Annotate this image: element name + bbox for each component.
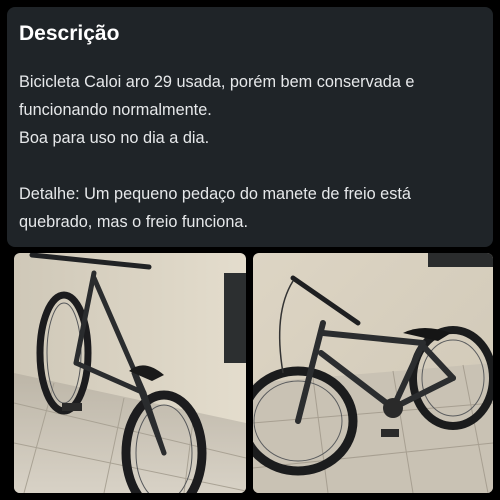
pedal <box>381 429 399 437</box>
crank <box>383 398 403 418</box>
window-grille <box>428 253 493 267</box>
bicycle-photo-side[interactable] <box>253 253 493 493</box>
detail-line: Detalhe: Um pequeno pedaço do manete de … <box>19 185 411 203</box>
door-frame <box>224 273 246 363</box>
detail-line: quebrado, mas o freio funciona. <box>19 213 248 231</box>
description-line: Boa para uso no dia a dia. <box>19 129 210 147</box>
description-line: Bicicleta Caloi aro 29 usada, porém bem … <box>19 73 415 91</box>
description-title: Descrição <box>19 22 120 45</box>
listing-screen: Descrição Bicicleta Caloi aro 29 usada, … <box>0 0 500 500</box>
bicycle-front-image <box>14 253 246 493</box>
bicycle-photo-front[interactable] <box>14 253 246 493</box>
bicycle-side-image <box>253 253 493 493</box>
pedal <box>62 403 82 411</box>
description-card: Descrição Bicicleta Caloi aro 29 usada, … <box>7 7 493 247</box>
description-body: Bicicleta Caloi aro 29 usada, porém bem … <box>19 68 481 236</box>
description-line: funcionando normalmente. <box>19 101 212 119</box>
